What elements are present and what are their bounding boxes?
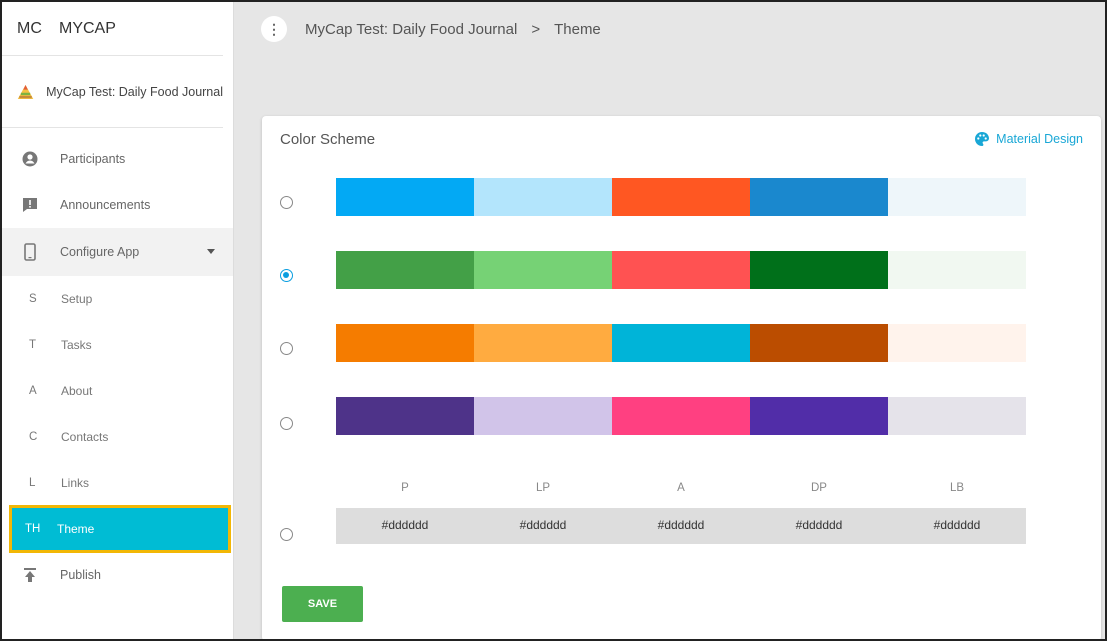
sidebar-item-label: Tasks: [61, 338, 92, 352]
food-pyramid-icon: [17, 84, 34, 99]
top-bar: ⋮ MyCap Test: Daily Food Journal > Theme: [235, 2, 1105, 56]
sidebar: MC MYCAP MyCap Test: Daily Food Journal …: [2, 2, 234, 639]
sidebar-item-label: Links: [61, 476, 90, 490]
column-header: P: [401, 482, 409, 494]
color-swatch: [336, 397, 474, 435]
color-swatch: [474, 324, 612, 362]
sidebar-item-label: Setup: [61, 292, 93, 306]
card-title: Color Scheme: [280, 131, 376, 148]
sidebar-item-label: Announcements: [60, 198, 151, 212]
color-swatch: [888, 397, 1026, 435]
sidebar-item-label: Publish: [60, 568, 101, 582]
scheme-row[interactable]: [262, 324, 1062, 362]
announcement-icon: [20, 196, 40, 214]
custom-color-field[interactable]: #dddddd: [750, 508, 888, 544]
color-swatch: [612, 324, 750, 362]
sidebar-nav: Participants Announcements Configure App…: [2, 128, 233, 598]
sidebar-item-abbr: L: [29, 477, 36, 489]
color-swatch: [750, 178, 888, 216]
sidebar-item-theme[interactable]: TH Theme: [9, 505, 231, 553]
color-swatch: [888, 324, 1026, 362]
brand-abbr: MC: [17, 19, 42, 37]
color-swatch: [750, 251, 888, 289]
breadcrumb: MyCap Test: Daily Food Journal > Theme: [305, 21, 601, 38]
breadcrumb-separator: >: [531, 20, 541, 38]
color-scheme-card: Color Scheme Material Design P LP A DP L…: [262, 116, 1101, 641]
color-swatch: [888, 251, 1026, 289]
brand[interactable]: MC MYCAP: [2, 2, 223, 56]
sidebar-item-abbr: T: [29, 339, 37, 351]
sidebar-item-setup[interactable]: S Setup: [2, 276, 233, 322]
color-swatch: [474, 178, 612, 216]
sidebar-item-publish[interactable]: Publish: [2, 552, 233, 598]
sidebar-item-abbr: C: [29, 431, 38, 443]
scheme-radio[interactable]: [280, 342, 293, 355]
sidebar-item-abbr: S: [29, 293, 37, 305]
scheme-row[interactable]: [262, 397, 1062, 435]
sidebar-item-label: Contacts: [61, 430, 109, 444]
sidebar-item-label: Theme: [57, 522, 95, 536]
scheme-swatches: [336, 324, 1026, 362]
project-name: MyCap Test: Daily Food Journal: [46, 84, 223, 99]
scheme-swatches: [336, 251, 1026, 289]
custom-color-headers: P LP A DP LB: [336, 482, 1026, 494]
sidebar-item-about[interactable]: A About: [2, 368, 233, 414]
color-swatch: [336, 251, 474, 289]
more-vert-icon[interactable]: ⋮: [261, 16, 287, 42]
scheme-radio[interactable]: [280, 269, 293, 282]
column-header: DP: [811, 482, 827, 494]
brand-name: MYCAP: [59, 19, 116, 37]
sidebar-item-abbr: A: [29, 385, 37, 397]
project-selector[interactable]: MyCap Test: Daily Food Journal: [2, 56, 223, 128]
color-swatch: [612, 178, 750, 216]
column-header: A: [677, 482, 685, 494]
color-swatch: [888, 178, 1026, 216]
material-design-link[interactable]: Material Design: [974, 131, 1083, 147]
breadcrumb-project[interactable]: MyCap Test: Daily Food Journal: [305, 21, 517, 38]
material-design-label: Material Design: [996, 132, 1083, 146]
custom-color-field[interactable]: #dddddd: [336, 508, 474, 544]
scheme-swatches: [336, 397, 1026, 435]
breadcrumb-current: Theme: [554, 20, 601, 38]
scheme-row[interactable]: [262, 178, 1062, 216]
color-swatch: [474, 397, 612, 435]
publish-icon: [20, 566, 40, 584]
color-swatch: [474, 251, 612, 289]
color-swatch: [336, 324, 474, 362]
custom-color-field[interactable]: #dddddd: [888, 508, 1026, 544]
save-button[interactable]: SAVE: [282, 586, 363, 622]
phone-icon: [20, 243, 40, 261]
scheme-radio[interactable]: [280, 196, 293, 209]
scheme-swatches: [336, 178, 1026, 216]
color-swatch: [612, 251, 750, 289]
column-header: LP: [535, 482, 551, 494]
column-header: LB: [949, 482, 965, 494]
scheme-row[interactable]: [262, 251, 1062, 289]
sidebar-item-contacts[interactable]: C Contacts: [2, 414, 233, 460]
sidebar-item-label: Participants: [60, 152, 126, 166]
sidebar-item-tasks[interactable]: T Tasks: [2, 322, 233, 368]
custom-color-field[interactable]: #dddddd: [474, 508, 612, 544]
sidebar-item-label: About: [61, 384, 93, 398]
person-circle-icon: [20, 150, 40, 168]
color-swatch: [750, 324, 888, 362]
sidebar-item-announcements[interactable]: Announcements: [2, 182, 233, 228]
custom-scheme-radio[interactable]: [280, 528, 293, 541]
sidebar-item-participants[interactable]: Participants: [2, 136, 233, 182]
scheme-radio[interactable]: [280, 417, 293, 430]
sidebar-item-label: Configure App: [60, 245, 140, 259]
sidebar-item-abbr: TH: [25, 523, 41, 535]
color-swatch: [336, 178, 474, 216]
color-swatch: [612, 397, 750, 435]
palette-icon: [975, 132, 990, 146]
custom-color-field[interactable]: #dddddd: [612, 508, 750, 544]
custom-color-row: #dddddd #dddddd #dddddd #dddddd #dddddd: [336, 508, 1026, 544]
chevron-down-icon: [207, 249, 215, 254]
sidebar-item-configure-app[interactable]: Configure App: [2, 228, 233, 276]
color-swatch: [750, 397, 888, 435]
sidebar-item-links[interactable]: L Links: [2, 460, 233, 506]
